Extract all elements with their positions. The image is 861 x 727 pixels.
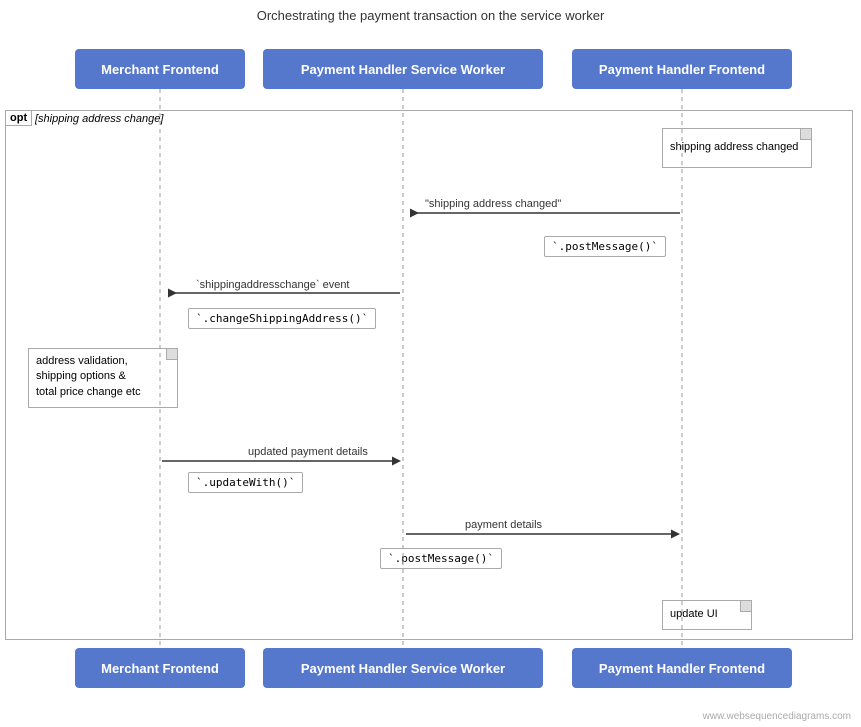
diagram-container: Orchestrating the payment transaction on…: [0, 0, 861, 727]
label-payment-details: payment details: [465, 519, 542, 531]
actor-merchant-bottom: Merchant Frontend: [75, 648, 245, 688]
code-post-message-1: `.postMessage()`: [544, 236, 666, 257]
code-change-shipping: `.changeShippingAddress()`: [188, 308, 376, 329]
code-update-with: `.updateWith()`: [188, 472, 303, 493]
opt-condition: [shipping address change]: [35, 113, 163, 125]
actor-merchant: Merchant Frontend: [75, 49, 245, 89]
note-shipping-changed: shipping address changed: [662, 128, 812, 168]
actor-frontend-bottom: Payment Handler Frontend: [572, 648, 792, 688]
opt-label: opt: [5, 110, 32, 126]
actor-frontend: Payment Handler Frontend: [572, 49, 792, 89]
label-updated-payment: updated payment details: [248, 446, 368, 458]
actor-handler-bottom: Payment Handler Service Worker: [263, 648, 543, 688]
note-update-ui: update UI: [662, 600, 752, 630]
diagram-title: Orchestrating the payment transaction on…: [0, 0, 861, 31]
watermark: www.websequencediagrams.com: [703, 711, 851, 722]
label-shipping-address-changed: "shipping address changed": [425, 198, 561, 210]
label-shippingaddresschange: `shippingaddresschange` event: [196, 279, 350, 291]
note-address-validation: address validation, shipping options & t…: [28, 348, 178, 408]
actor-handler: Payment Handler Service Worker: [263, 49, 543, 89]
code-post-message-2: `.postMessage()`: [380, 548, 502, 569]
